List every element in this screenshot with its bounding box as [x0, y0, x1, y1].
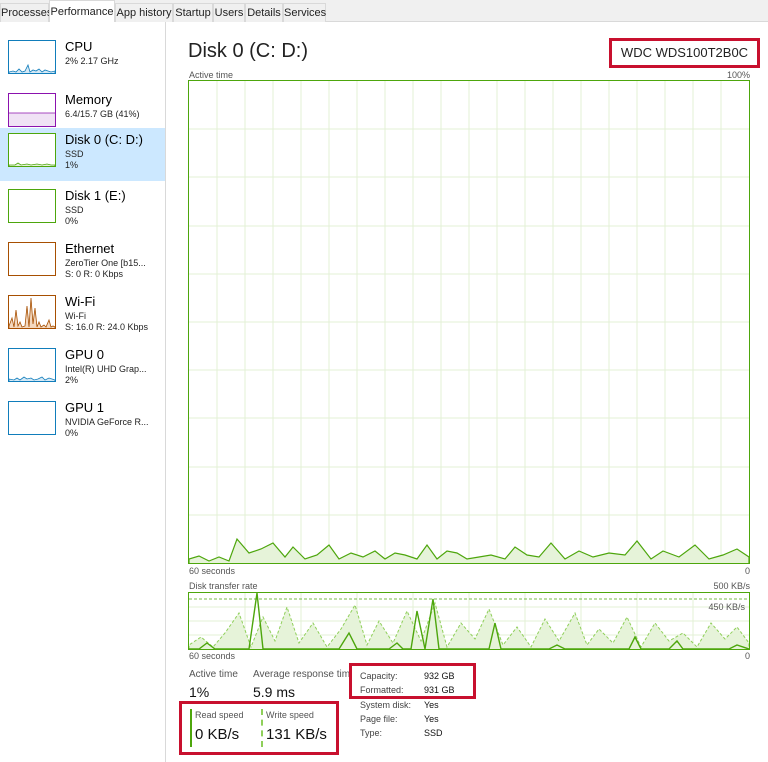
page-file-value: Yes	[424, 714, 439, 724]
read-speed-value: 0 KB/s	[195, 726, 240, 743]
write-speed-value: 131 KB/s	[266, 726, 327, 743]
active-time-graph	[188, 80, 750, 564]
sidebar-item-title: GPU 0	[65, 347, 105, 362]
disk-1-thumbnail-graph	[8, 189, 56, 223]
transfer-rate-duration-label: 60 seconds	[189, 651, 236, 661]
sidebar-item-gpu-1[interactable]: GPU 1 NVIDIA GeForce R... 0%	[0, 396, 165, 449]
sidebar-item-title: Disk 0 (C: D:)	[65, 132, 143, 147]
transfer-rate-graph-label: Disk transfer rate	[189, 581, 258, 591]
type-key: Type:	[360, 728, 383, 738]
transfer-rate-graph: 450 KB/s	[188, 592, 750, 650]
capacity-value: 932 GB	[424, 671, 455, 681]
avg-response-stat-value: 5.9 ms	[253, 684, 296, 700]
sidebar-item-ethernet[interactable]: Ethernet ZeroTier One [b15... S: 0 R: 0 …	[0, 237, 165, 290]
transfer-rate-ref-label: 450 KB/s	[708, 602, 745, 612]
active-time-stat-label: Active time	[189, 669, 238, 680]
sidebar-item-title: GPU 1	[65, 400, 105, 415]
sidebar-item-title: Ethernet	[65, 241, 115, 256]
sidebar-item-title: Disk 1 (E:)	[65, 188, 126, 203]
tab-performance[interactable]: Performance	[49, 0, 115, 23]
type-value: SSD	[424, 728, 443, 738]
page-title: Disk 0 (C: D:)	[188, 40, 308, 62]
resource-sidebar: CPU 2% 2.17 GHz Memory 6.4/15.7 GB (41%)…	[0, 22, 166, 762]
formatted-value: 931 GB	[424, 685, 455, 695]
ethernet-thumbnail-graph	[8, 242, 56, 276]
sidebar-item-title: Memory	[65, 92, 112, 107]
transfer-rate-max-label: 500 KB/s	[713, 581, 750, 591]
active-time-duration-label: 60 seconds	[189, 566, 236, 576]
tab-users[interactable]: Users	[213, 3, 245, 22]
sidebar-item-subtitle: SSD	[65, 205, 84, 215]
sidebar-item-subtitle: ZeroTier One [b15...	[65, 258, 146, 268]
disk-model-name: WDC WDS100T2B0C	[620, 45, 749, 60]
sidebar-item-subtitle: NVIDIA GeForce R...	[65, 417, 149, 427]
active-time-min-label: 0	[744, 566, 750, 576]
write-speed-legend-line	[261, 709, 263, 747]
sidebar-item-title: CPU	[65, 39, 93, 54]
sidebar-item-subtitle: Intel(R) UHD Grap...	[65, 364, 147, 374]
sidebar-item-detail: 0%	[65, 428, 79, 438]
sidebar-item-subtitle: 6.4/15.7 GB (41%)	[65, 109, 140, 119]
sidebar-item-wifi[interactable]: Wi-Fi Wi-Fi S: 16.0 R: 24.0 Kbps	[0, 290, 165, 343]
disk-0-thumbnail-graph	[8, 133, 56, 167]
tab-processes[interactable]: Processes	[0, 3, 52, 22]
wifi-thumbnail-graph	[8, 295, 56, 329]
memory-thumbnail-graph	[8, 93, 56, 127]
capacity-key: Capacity:	[360, 671, 398, 681]
tab-services[interactable]: Services	[283, 3, 326, 22]
tab-startup[interactable]: Startup	[173, 3, 213, 22]
active-time-graph-label: Active time	[189, 70, 234, 80]
read-speed-legend-line	[190, 709, 192, 747]
sidebar-item-subtitle: 2% 2.17 GHz	[65, 56, 119, 66]
avg-response-stat-label: Average response time	[253, 669, 349, 680]
sidebar-item-detail: S: 16.0 R: 24.0 Kbps	[65, 322, 149, 332]
system-disk-key: System disk:	[360, 700, 412, 710]
sidebar-item-cpu[interactable]: CPU 2% 2.17 GHz	[0, 35, 165, 88]
sidebar-item-subtitle: SSD	[65, 149, 84, 159]
sidebar-item-disk-0[interactable]: Disk 0 (C: D:) SSD 1%	[0, 128, 165, 181]
sidebar-item-title: Wi-Fi	[65, 294, 96, 309]
transfer-rate-min-label: 0	[744, 651, 750, 661]
sidebar-item-gpu-0[interactable]: GPU 0 Intel(R) UHD Grap... 2%	[0, 343, 165, 396]
sidebar-item-detail: 0%	[65, 216, 79, 226]
sidebar-item-detail: 1%	[65, 160, 79, 170]
sidebar-item-subtitle: Wi-Fi	[65, 311, 86, 321]
write-speed-label: Write speed	[266, 710, 314, 720]
system-disk-value: Yes	[424, 700, 439, 710]
cpu-thumbnail-graph	[8, 40, 56, 74]
model-highlight-box: WDC WDS100T2B0C	[609, 38, 760, 68]
gpu-1-thumbnail-graph	[8, 401, 56, 435]
sidebar-item-disk-1[interactable]: Disk 1 (E:) SSD 0%	[0, 184, 165, 237]
sidebar-item-detail: S: 0 R: 0 Kbps	[65, 269, 124, 279]
active-time-stat-value: 1%	[189, 684, 210, 700]
formatted-key: Formatted:	[360, 685, 404, 695]
tab-app-history[interactable]: App history	[115, 3, 173, 22]
gpu-0-thumbnail-graph	[8, 348, 56, 382]
read-speed-label: Read speed	[195, 710, 244, 720]
active-time-max-label: 100%	[726, 70, 750, 80]
page-file-key: Page file:	[360, 714, 398, 724]
tab-details[interactable]: Details	[245, 3, 283, 22]
tab-bar: Processes Performance App history Startu…	[0, 0, 768, 23]
sidebar-item-detail: 2%	[65, 375, 79, 385]
